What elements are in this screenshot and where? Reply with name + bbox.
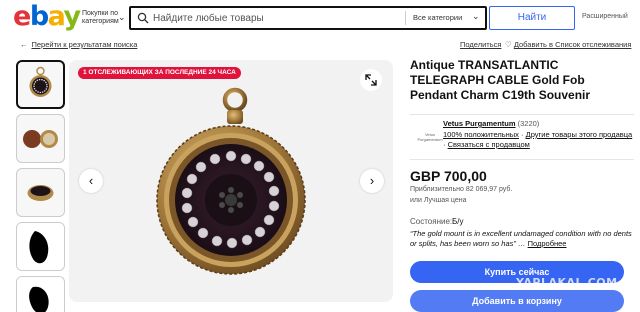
thumbnail-5[interactable]: [16, 276, 65, 312]
condition-label: Состояние:: [410, 217, 453, 226]
item-title: Antique TRANSATLANTIC TELEGRAPH CABLE Go…: [410, 58, 591, 102]
chevron-right-icon: ›: [369, 173, 375, 188]
search-box: Все категории ⌄: [129, 6, 487, 30]
expand-image-button[interactable]: [360, 69, 382, 91]
thumbnail-4[interactable]: [16, 222, 65, 271]
pendant-back-thumbnail-image: [23, 130, 58, 148]
header: ebay Покупки по категориям ⌄ Все категор…: [0, 0, 640, 36]
condition-value: Б/у: [452, 217, 464, 226]
thumbnail-1[interactable]: [16, 60, 65, 109]
pendant-thumbnail-image: [29, 66, 52, 97]
thumbnail-3[interactable]: [16, 168, 65, 217]
seller-name-row: Vetus Purgamentum (3220): [443, 119, 539, 128]
seller-logo[interactable]: Vetus Purgamentum: [415, 123, 445, 153]
feedback-count: (3220): [517, 119, 540, 128]
back-link-label: Перейти к результатам поиска: [31, 40, 138, 49]
shop-by-category[interactable]: Покупки по категориям: [82, 10, 122, 26]
watch-label: Добавить в Список отслеживания: [513, 40, 632, 49]
previous-image-button[interactable]: ‹: [79, 169, 103, 193]
other-items-link[interactable]: Другие товары этого продавца: [526, 130, 633, 139]
search-input[interactable]: [153, 11, 393, 25]
back-to-results-link[interactable]: ← Перейти к результатам поиска: [20, 40, 137, 49]
search-icon: [137, 12, 149, 24]
best-offer-text: или Лучшая цена: [410, 197, 467, 204]
add-to-cart-button[interactable]: Добавить в корзину: [410, 290, 624, 312]
chevron-left-icon: ‹: [88, 173, 94, 188]
seller-name-link[interactable]: Vetus Purgamentum: [443, 119, 516, 128]
condition-description: “The gold mount is in excellent undamage…: [410, 229, 632, 249]
pendant-dark-thumbnail-image: [17, 223, 64, 270]
seller-card: Vetus Purgamentum Vetus Purgamentum (322…: [410, 114, 634, 160]
divider: [405, 11, 406, 25]
find-button[interactable]: Найти: [489, 6, 575, 30]
main-product-image[interactable]: [69, 60, 393, 302]
positive-feedback-link[interactable]: 100% положительных: [443, 130, 519, 139]
thumbnail-2[interactable]: [16, 114, 65, 163]
add-to-watchlist-link[interactable]: ♡ Добавить в Список отслеживания: [505, 40, 631, 49]
chevron-down-icon[interactable]: ⌄: [472, 11, 480, 22]
watchers-badge: 1 ОТСЛЕЖИВАЮЩИХ ЗА ПОСЛЕДНИЕ 24 ЧАСА: [78, 67, 241, 79]
condition-quote-text: “The gold mount is in excellent undamage…: [410, 229, 632, 248]
advanced-search-link[interactable]: Расширенный: [582, 13, 628, 20]
pendant-image: [156, 87, 306, 275]
approx-price: Приблизительно 82 069,97 руб.: [410, 186, 513, 193]
arrow-left-icon: ←: [20, 40, 28, 49]
category-select[interactable]: Все категории: [413, 13, 462, 22]
contact-seller-link[interactable]: Связаться с продавцом: [448, 140, 530, 149]
heart-icon: ♡: [505, 40, 514, 49]
pendant-dark-thumbnail-image: [17, 277, 64, 312]
condition-more-link[interactable]: Подробнее: [528, 239, 567, 248]
next-image-button[interactable]: ›: [360, 169, 384, 193]
seller-links: 100% положительных · Другие товары этого…: [443, 130, 633, 149]
ebay-logo[interactable]: ebay: [13, 3, 81, 30]
chevron-down-icon[interactable]: ⌄: [118, 12, 126, 23]
expand-icon: [365, 74, 377, 86]
watermark: YAPLAKAL.COM: [516, 276, 618, 289]
item-price: GBP 700,00: [410, 168, 487, 184]
pendant-side-thumbnail-image: [27, 185, 54, 201]
share-link[interactable]: Поделиться: [460, 40, 501, 49]
